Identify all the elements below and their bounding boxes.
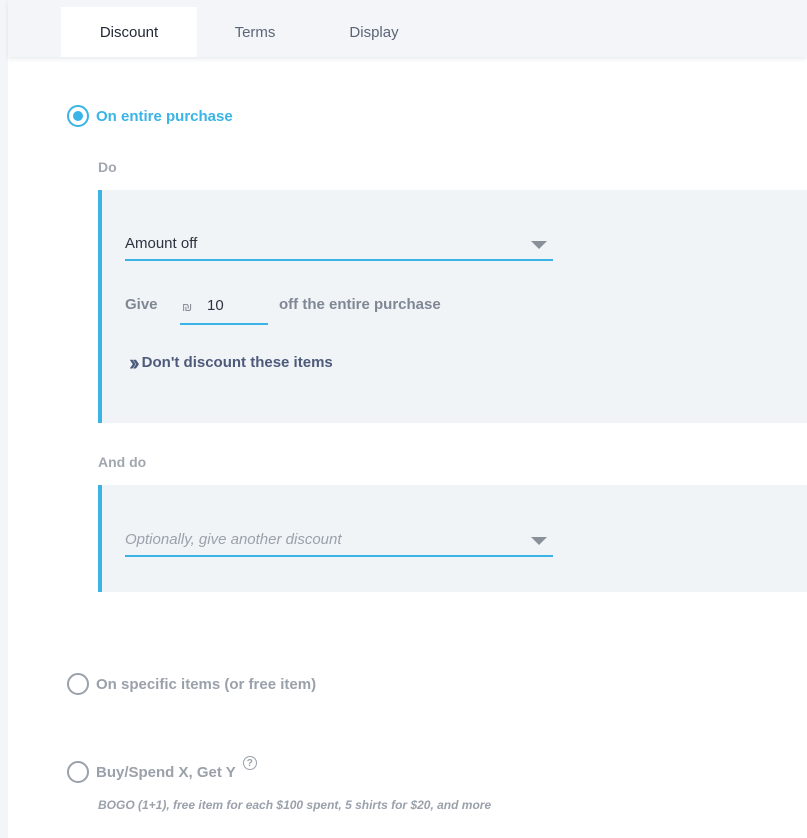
tab-bar: Discount Terms Display [8,0,807,57]
caret-down-icon [531,537,547,545]
radio-buy-spend[interactable] [67,761,89,783]
additional-discount-placeholder: Optionally, give another discount [125,531,342,548]
tab-display[interactable]: Display [313,7,435,57]
off-entire-purchase-text: off the entire purchase [279,296,441,313]
discount-type-value: Amount off [125,235,198,252]
left-gutter [0,0,8,838]
option-buy-spend[interactable]: Buy/Spend X, Get Y ? [67,756,257,783]
discount-editor: Discount Terms Display On entire purchas… [0,0,807,838]
tab-discount[interactable]: Discount [61,7,197,57]
option-entire-purchase-label: On entire purchase [96,107,233,125]
radio-specific-items[interactable] [67,673,89,695]
caret-down-icon [531,241,547,249]
option-entire-purchase[interactable]: On entire purchase [67,105,233,127]
give-label: Give [125,296,158,313]
dont-discount-items-link[interactable]: ›› Don't discount these items [129,349,333,375]
additional-discount-select[interactable]: Optionally, give another discount [125,527,553,557]
question-circle-icon[interactable]: ? [242,756,257,770]
and-do-section-label: And do [98,454,147,470]
discount-type-select[interactable]: Amount off [125,231,553,261]
amount-input[interactable]: ₪ 10 [180,291,268,325]
option-buy-spend-label: Buy/Spend X, Get Y [96,763,236,781]
radio-entire-purchase[interactable] [67,105,89,127]
option-specific-items-label: On specific items (or free item) [96,675,317,693]
currency-symbol: ₪ [182,300,193,314]
do-section-label: Do [98,159,117,175]
option-specific-items[interactable]: On specific items (or free item) [67,673,316,695]
and-do-panel: Optionally, give another discount [98,485,807,592]
do-panel: Amount off Give ₪ 10 off the entire purc… [98,190,807,423]
radio-selected-dot [73,111,83,121]
buy-spend-hint: BOGO (1+1), free item for each $100 spen… [98,798,492,812]
tab-terms[interactable]: Terms [197,7,313,57]
amount-value: 10 [207,297,224,314]
double-chevron-right-icon: ›› [129,349,139,375]
dont-discount-items-label: Don't discount these items [141,354,333,371]
